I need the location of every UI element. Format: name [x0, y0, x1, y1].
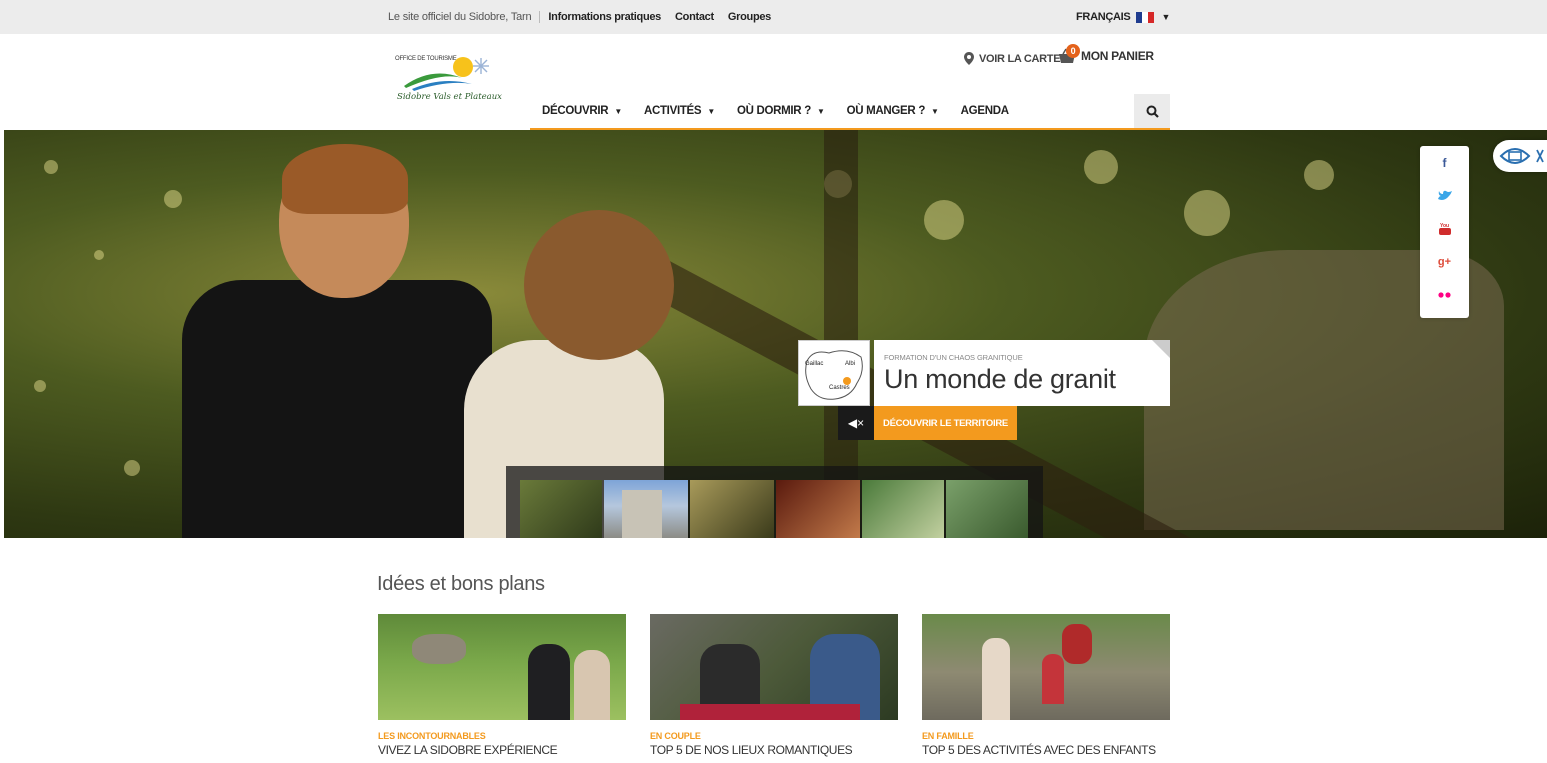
map-label-albi: Albi [845, 361, 856, 367]
idea-card-en-couple[interactable]: EN COUPLE TOP 5 DE NOS LIEUX ROMANTIQUES [650, 614, 898, 757]
youtube-icon[interactable]: You [1420, 212, 1469, 245]
nav-item-ou-dormir[interactable]: OÙ DORMIR ? ▼ [737, 105, 825, 117]
hero-photo-boy [182, 280, 492, 538]
link-informations-pratiques[interactable]: Informations pratiques [548, 11, 661, 23]
hero-card-text: FORMATION D'UN CHAOS GRANITIQUE Un monde… [874, 340, 1170, 406]
card-corner-fold [1152, 340, 1170, 358]
view-map-label: VOIR LA CARTE [979, 52, 1061, 65]
logo[interactable]: OFFICE DE TOURISME Sidobre Vals et Plate… [392, 52, 504, 108]
map-label-gaillac: Gaillac [805, 361, 824, 367]
thumbnail-5[interactable] [862, 480, 944, 538]
language-selector[interactable]: FRANÇAIS ▼ [1076, 0, 1170, 34]
nav-item-decouvrir[interactable]: DÉCOUVRIR ▼ [542, 105, 622, 117]
idea-image[interactable] [922, 614, 1170, 720]
idea-category: LES INCONTOURNABLES [378, 731, 486, 741]
google-plus-icon[interactable]: g+ [1420, 245, 1469, 278]
twitter-icon[interactable] [1420, 179, 1469, 212]
logo-script-text: Sidobre Vals et Plateaux [397, 92, 502, 102]
french-flag-icon [1136, 11, 1155, 23]
thumbnail-4[interactable] [776, 480, 860, 538]
chevron-down-icon: ▼ [816, 107, 825, 116]
thumbnail-1[interactable] [520, 480, 602, 538]
cart-count-badge: 0 [1066, 44, 1080, 58]
territory-mini-map[interactable]: Gaillac Albi Castres [798, 340, 870, 406]
hero-title: Un monde de granit [884, 364, 1116, 394]
language-label: FRANÇAIS [1076, 11, 1131, 23]
hero-card: Gaillac Albi Castres FORMATION D'UN CHAO… [798, 340, 1170, 406]
link-contact[interactable]: Contact [675, 11, 714, 23]
search-button[interactable] [1134, 94, 1170, 128]
thumbnail-2[interactable] [604, 480, 688, 538]
link-groupes[interactable]: Groupes [728, 11, 771, 23]
main-navigation: DÉCOUVRIR ▼ ACTIVITÉS ▼ OÙ DORMIR ? ▼ OÙ MA… [530, 94, 1170, 132]
chevron-down-icon: ▼ [931, 107, 939, 116]
nav-item-activites[interactable]: ACTIVITÉS ▼ [644, 105, 715, 117]
ideas-section-title: Idées et bons plans [377, 573, 545, 595]
idea-title: TOP 5 DE NOS LIEUX ROMANTIQUES [650, 743, 853, 757]
cart-button[interactable]: 0 MON PANIER [1058, 44, 1154, 64]
speaker-muted-icon: ◀× [847, 416, 865, 430]
thumbnail-6[interactable] [946, 480, 1028, 538]
facebook-icon[interactable]: f [1420, 146, 1469, 179]
thumbnail-strip [506, 466, 1043, 538]
chevron-down-icon: ▼ [1161, 12, 1171, 22]
idea-card-en-famille[interactable]: EN FAMILLE TOP 5 DES ACTIVITÉS AVEC DES … [922, 614, 1170, 757]
top-bar: Le site officiel du Sidobre, Tarn Inform… [0, 0, 1547, 34]
site-tagline: Le site officiel du Sidobre, Tarn [388, 11, 541, 23]
flickr-icon[interactable] [1420, 278, 1469, 311]
accessibility-eye-button[interactable] [1493, 140, 1547, 172]
social-sidebar: f You g+ [1420, 146, 1469, 318]
chevron-down-icon: ▼ [614, 107, 622, 116]
chevron-down-icon: ▼ [707, 107, 715, 116]
thumbnail-3[interactable] [690, 480, 774, 538]
idea-card-incontournables[interactable]: LES INCONTOURNABLES VIVEZ LA SIDOBRE EXP… [378, 614, 626, 757]
view-map-button[interactable]: VOIR LA CARTE [964, 52, 1061, 65]
svg-text:You: You [1440, 223, 1449, 229]
idea-category: EN COUPLE [650, 731, 701, 741]
hero-kicker: FORMATION D'UN CHAOS GRANITIQUE [884, 353, 1023, 362]
idea-title: VIVEZ LA SIDOBRE EXPÉRIENCE [378, 743, 558, 757]
discover-territory-button[interactable]: DÉCOUVRIR LE TERRITOIRE [874, 406, 1017, 440]
mute-button[interactable]: ◀× [838, 406, 874, 440]
logo-mark-icon [404, 57, 489, 91]
cart-label: MON PANIER [1081, 49, 1154, 63]
idea-image[interactable] [650, 614, 898, 720]
eye-icon [1499, 148, 1544, 164]
nav-item-agenda[interactable]: AGENDA [961, 105, 1009, 117]
idea-category: EN FAMILLE [922, 731, 974, 741]
search-icon [1146, 105, 1159, 118]
map-pin-icon [964, 52, 974, 65]
idea-image[interactable] [378, 614, 626, 720]
nav-item-ou-manger[interactable]: OÙ MANGER ? ▼ [847, 105, 939, 117]
map-label-castres: Castres [829, 385, 850, 391]
idea-title: TOP 5 DES ACTIVITÉS AVEC DES ENFANTS [922, 743, 1156, 757]
